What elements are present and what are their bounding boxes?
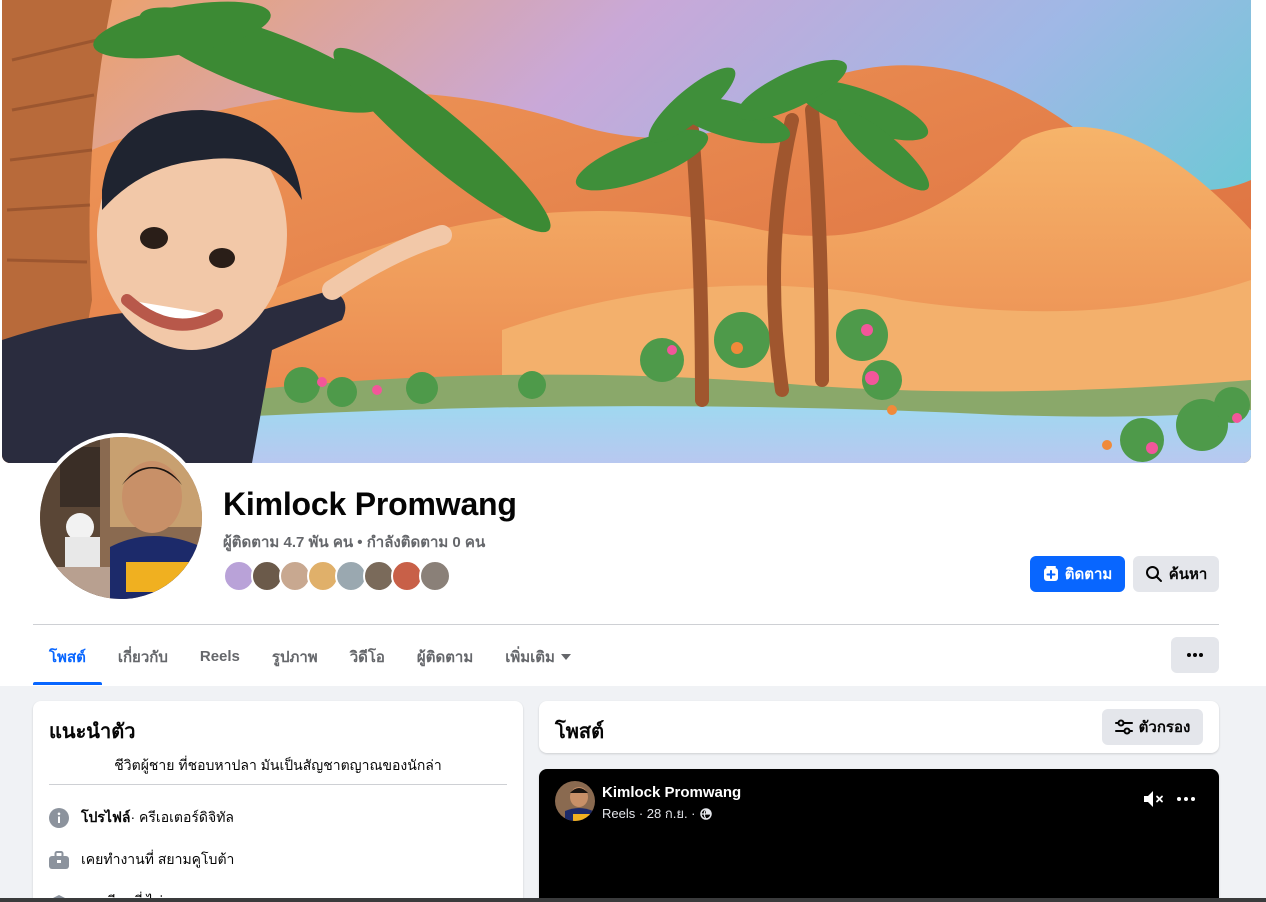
more-options-button[interactable] [1171, 637, 1219, 673]
tab-label: วิดีโอ [349, 648, 385, 666]
info-icon [49, 808, 69, 828]
ellipsis-icon [1177, 797, 1195, 801]
tab-about[interactable]: เกี่ยวกับ [102, 628, 184, 685]
search-button[interactable]: ค้นหา [1133, 556, 1219, 592]
header-divider [33, 624, 1219, 625]
reel-meta: Reels · 28 ก.ย. · [602, 803, 712, 824]
posts-title: โพสต์ [555, 721, 605, 743]
tab-label: ผู้ติดตาม [416, 648, 474, 666]
intro-work-row: เคยทำงานที่ สยามคูโบต้า [49, 849, 234, 871]
profile-follow-stats[interactable]: ผู้ติดตาม 4.7 พัน คน • กำลังติดตาม 0 คน [223, 530, 485, 554]
follow-icon [1043, 566, 1058, 581]
tab-photos[interactable]: รูปภาพ [256, 628, 334, 685]
filter-button-label: ตัวกรอง [1138, 719, 1191, 736]
reel-meta-text[interactable]: Reels · 28 ก.ย. · [602, 803, 696, 824]
tab-label: รูปภาพ [271, 648, 318, 666]
tab-label: เกี่ยวกับ [117, 648, 168, 666]
follower-avatar[interactable] [419, 560, 451, 592]
profile-photo [40, 437, 202, 599]
filter-button[interactable]: ตัวกรอง [1102, 709, 1203, 745]
briefcase-icon [49, 850, 69, 870]
speaker-muted-icon [1144, 791, 1163, 807]
intro-profile-row: โปรไฟล์ · ครีเอเตอร์ดิจิทัล [49, 807, 234, 829]
follow-button[interactable]: ติดตาม [1030, 556, 1125, 592]
intro-bio: ชีวิตผู้ชาย ที่ชอบหาปลา มันเป็นสัญชาตญาณ… [114, 757, 442, 773]
globe-icon [699, 807, 712, 820]
follow-button-label: ติดตาม [1064, 566, 1113, 583]
tab-followers[interactable]: ผู้ติดตาม [401, 628, 489, 685]
tab-reels[interactable]: Reels [184, 628, 256, 685]
tab-label: โพสต์ [49, 648, 86, 666]
cover-photo[interactable] [2, 0, 1251, 463]
reel-post-card[interactable]: Kimlock Promwang Reels · 28 ก.ย. · [539, 769, 1219, 902]
caret-down-icon [560, 653, 571, 660]
reel-author-name[interactable]: Kimlock Promwang [602, 784, 741, 801]
intro-card: แนะนำตัว ชีวิตผู้ชาย ที่ชอบหาปลา มันเป็น… [33, 701, 523, 902]
profile-avatar[interactable] [36, 433, 206, 603]
profile-name: Kimlock Promwang [223, 486, 517, 522]
reel-author-avatar[interactable] [555, 781, 595, 821]
tab-videos[interactable]: วิดีโอ [334, 628, 401, 685]
posts-header-card: โพสต์ ตัวกรอง [539, 701, 1219, 753]
follower-avatars [223, 560, 451, 592]
reel-options-button[interactable] [1175, 789, 1197, 809]
mute-button[interactable] [1143, 789, 1165, 809]
search-icon [1145, 566, 1162, 582]
intro-divider [49, 784, 507, 785]
intro-work-text: เคยทำงานที่ สยามคูโบต้า [81, 851, 235, 867]
taskbar-edge [0, 898, 1266, 902]
intro-title: แนะนำตัว [49, 721, 136, 743]
profile-tabs: โพสต์ เกี่ยวกับ Reels รูปภาพ วิดีโอ ผู้ต… [33, 628, 587, 685]
tab-label: Reels [199, 648, 240, 665]
intro-profile-label: โปรไฟล์ [81, 809, 131, 825]
cover-illustration [2, 0, 1251, 463]
filter-sliders-icon [1114, 719, 1133, 735]
intro-profile-value: · ครีเอเตอร์ดิจิทัล [130, 809, 235, 825]
tab-posts[interactable]: โพสต์ [33, 628, 102, 685]
search-button-label: ค้นหา [1168, 566, 1208, 583]
tab-label: เพิ่มเติม [505, 648, 555, 666]
ellipsis-icon [1187, 653, 1203, 657]
tab-more[interactable]: เพิ่มเติม [489, 628, 587, 685]
profile-header: Kimlock Promwang ผู้ติดตาม 4.7 พัน คน • … [0, 0, 1266, 686]
